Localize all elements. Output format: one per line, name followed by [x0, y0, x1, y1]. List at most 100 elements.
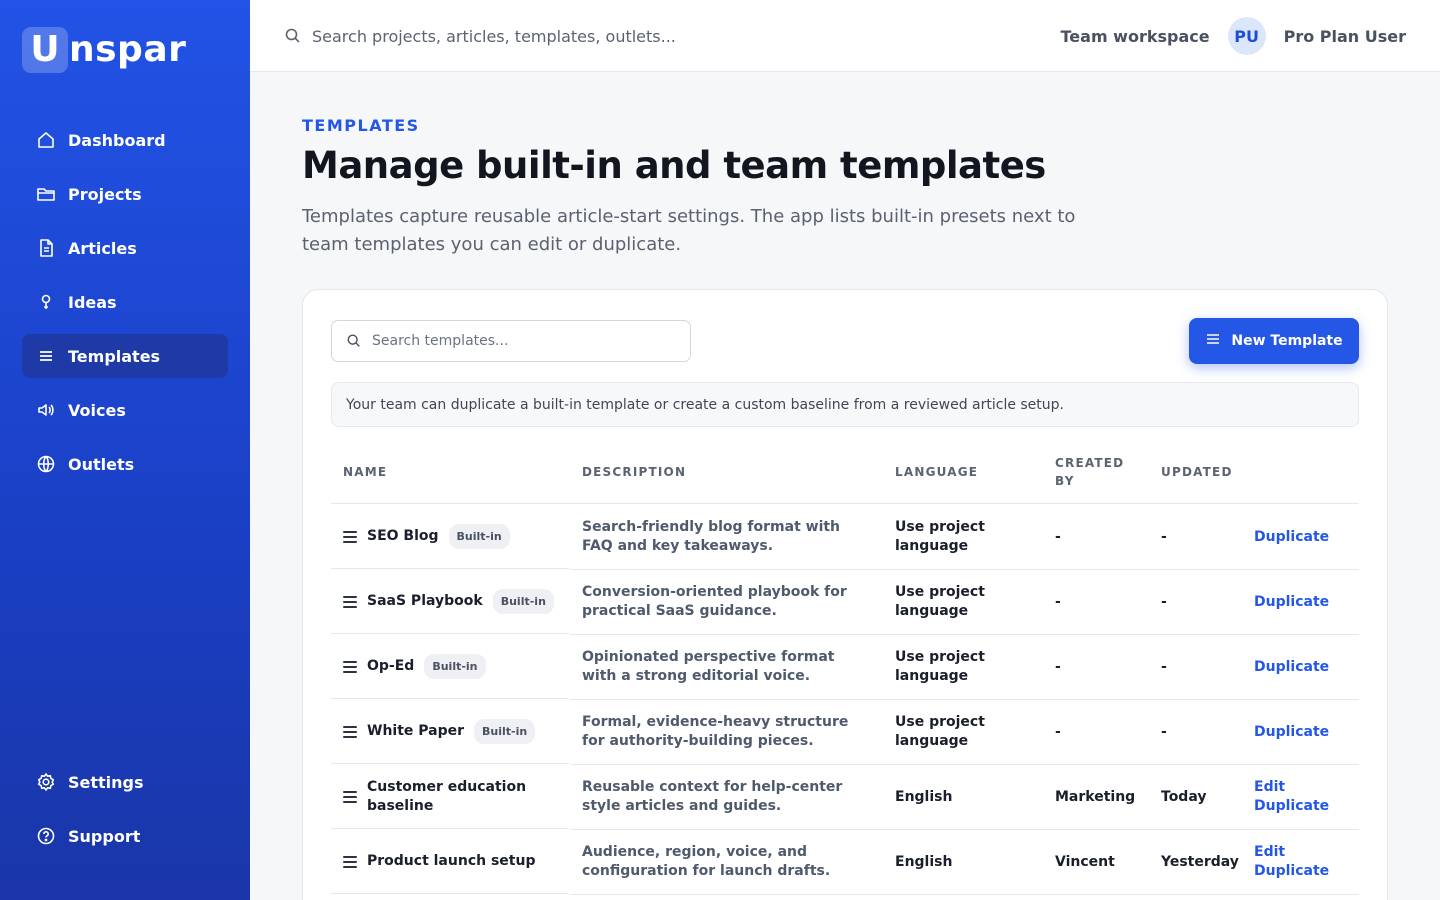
home-icon — [36, 130, 56, 150]
template-updated: - — [1161, 658, 1167, 675]
sidebar-item-label: Outlets — [68, 454, 135, 474]
template-description: Opinionated perspective format with a st… — [582, 649, 835, 684]
sidebar-item-outlets[interactable]: Outlets — [22, 442, 228, 486]
template-name: Op-Ed — [367, 658, 415, 674]
template-created-by: - — [1055, 723, 1061, 740]
page-description: Templates capture reusable article-start… — [302, 206, 1076, 255]
sidebar-item-label: Templates — [68, 346, 161, 366]
row-actions: Edit Duplicate — [1254, 830, 1354, 894]
sidebar-item-ideas[interactable]: Ideas — [22, 280, 228, 324]
table-row: Customer education baseline Reusable con… — [331, 765, 1359, 830]
drag-handle-icon[interactable] — [343, 660, 357, 673]
edit-link[interactable]: Edit — [1254, 843, 1285, 862]
sidebar-nav: Dashboard Projects Articles Ideas Templa… — [22, 118, 228, 496]
drag-handle-icon[interactable] — [343, 855, 357, 868]
column-header-name: NAME — [343, 465, 388, 479]
new-template-button[interactable]: New Template — [1189, 318, 1359, 364]
duplicate-link[interactable]: Duplicate — [1254, 658, 1329, 677]
row-actions: Duplicate — [1254, 700, 1354, 764]
sidebar-item-label: Voices — [68, 400, 126, 420]
template-updated: - — [1161, 593, 1167, 610]
table-row: White Paper Built-in Formal, evidence-he… — [331, 700, 1359, 765]
row-name-cell: White Paper Built-in — [331, 700, 569, 764]
column-header-updated: UPDATED — [1161, 465, 1233, 479]
template-updated: - — [1161, 528, 1167, 545]
column-header-created-by: CREATED BY — [1055, 456, 1125, 488]
built-in-badge: Built-in — [474, 719, 536, 744]
row-name-cell: Product launch setup — [331, 830, 569, 894]
template-updated: - — [1161, 723, 1167, 740]
help-icon — [36, 826, 56, 846]
template-name: Customer education baseline — [367, 778, 527, 814]
template-language: Use project language — [895, 649, 985, 684]
built-in-badge: Built-in — [448, 524, 510, 549]
duplicate-link[interactable]: Duplicate — [1254, 797, 1329, 816]
sidebar-item-label: Projects — [68, 184, 142, 204]
sidebar-item-templates[interactable]: Templates — [22, 334, 228, 378]
lightbulb-icon — [36, 292, 56, 312]
column-header-description: DESCRIPTION — [582, 465, 687, 479]
avatar[interactable]: PU — [1227, 17, 1266, 55]
list-icon — [1205, 331, 1221, 351]
template-created-by: - — [1055, 658, 1061, 675]
template-name: Product launch setup — [367, 853, 536, 869]
row-divider — [570, 894, 1359, 895]
template-created-by: - — [1055, 528, 1061, 545]
built-in-badge: Built-in — [492, 589, 554, 614]
page-eyebrow: TEMPLATES — [302, 116, 420, 135]
sidebar-item-label: Ideas — [68, 292, 117, 312]
page-title: Manage built-in and team templates — [302, 144, 1046, 187]
sidebar-item-projects[interactable]: Projects — [22, 172, 228, 216]
sidebar-item-label: Settings — [68, 772, 144, 792]
template-name: SaaS Playbook — [367, 593, 483, 609]
sidebar-item-articles[interactable]: Articles — [22, 226, 228, 270]
template-created-by: - — [1055, 593, 1061, 610]
gear-icon — [36, 772, 56, 792]
search-icon — [284, 27, 302, 45]
duplicate-link[interactable]: Duplicate — [1254, 862, 1329, 881]
duplicate-link[interactable]: Duplicate — [1254, 528, 1329, 547]
info-banner: Your team can duplicate a built-in templ… — [331, 382, 1359, 427]
template-description: Conversion-oriented playbook for practic… — [582, 584, 847, 619]
sidebar-item-settings[interactable]: Settings — [22, 760, 228, 804]
logo-text: nspar — [69, 29, 187, 70]
row-name-cell: Customer education baseline — [331, 765, 569, 829]
table-row: Product launch setup Audience, region, v… — [331, 830, 1359, 895]
new-template-label: New Template — [1231, 333, 1343, 349]
sidebar: U nspar Dashboard Projects Articles Idea… — [0, 0, 250, 900]
sidebar-item-voices[interactable]: Voices — [22, 388, 228, 432]
edit-link[interactable]: Edit — [1254, 778, 1285, 797]
globe-icon — [36, 454, 56, 474]
row-name-cell: Op-Ed Built-in — [331, 635, 569, 699]
sidebar-item-support[interactable]: Support — [22, 814, 228, 858]
duplicate-link[interactable]: Duplicate — [1254, 723, 1329, 742]
template-created-by: Vincent — [1055, 853, 1115, 870]
sidebar-bottom-nav: Settings Support — [22, 760, 228, 868]
template-language: Use project language — [895, 714, 985, 749]
template-search-input[interactable]: Search templates... — [331, 320, 691, 362]
row-actions: Duplicate — [1254, 505, 1354, 569]
drag-handle-icon[interactable] — [343, 790, 357, 803]
global-search-placeholder: Search projects, articles, templates, ou… — [312, 26, 676, 46]
row-name-cell: SEO Blog Built-in — [331, 505, 569, 569]
speaker-icon — [36, 400, 56, 420]
template-name: SEO Blog — [367, 528, 439, 544]
table-row: SaaS Playbook Built-in Conversion-orient… — [331, 570, 1359, 635]
user-name[interactable]: Pro Plan User — [1284, 27, 1406, 46]
search-icon — [346, 333, 362, 349]
row-actions: Duplicate — [1254, 570, 1354, 634]
drag-handle-icon[interactable] — [343, 530, 357, 543]
document-icon — [36, 238, 56, 258]
row-actions: Edit Duplicate — [1254, 765, 1354, 829]
template-description: Audience, region, voice, and configurati… — [582, 844, 831, 879]
folder-icon — [36, 184, 56, 204]
brand-logo[interactable]: U nspar — [22, 27, 186, 73]
drag-handle-icon[interactable] — [343, 725, 357, 738]
global-search[interactable]: Search projects, articles, templates, ou… — [284, 24, 676, 48]
workspace-switcher[interactable]: Team workspace — [1061, 27, 1210, 46]
topbar: Search projects, articles, templates, ou… — [250, 0, 1440, 72]
duplicate-link[interactable]: Duplicate — [1254, 593, 1329, 612]
template-search-placeholder: Search templates... — [372, 333, 509, 349]
drag-handle-icon[interactable] — [343, 595, 357, 608]
sidebar-item-dashboard[interactable]: Dashboard — [22, 118, 228, 162]
